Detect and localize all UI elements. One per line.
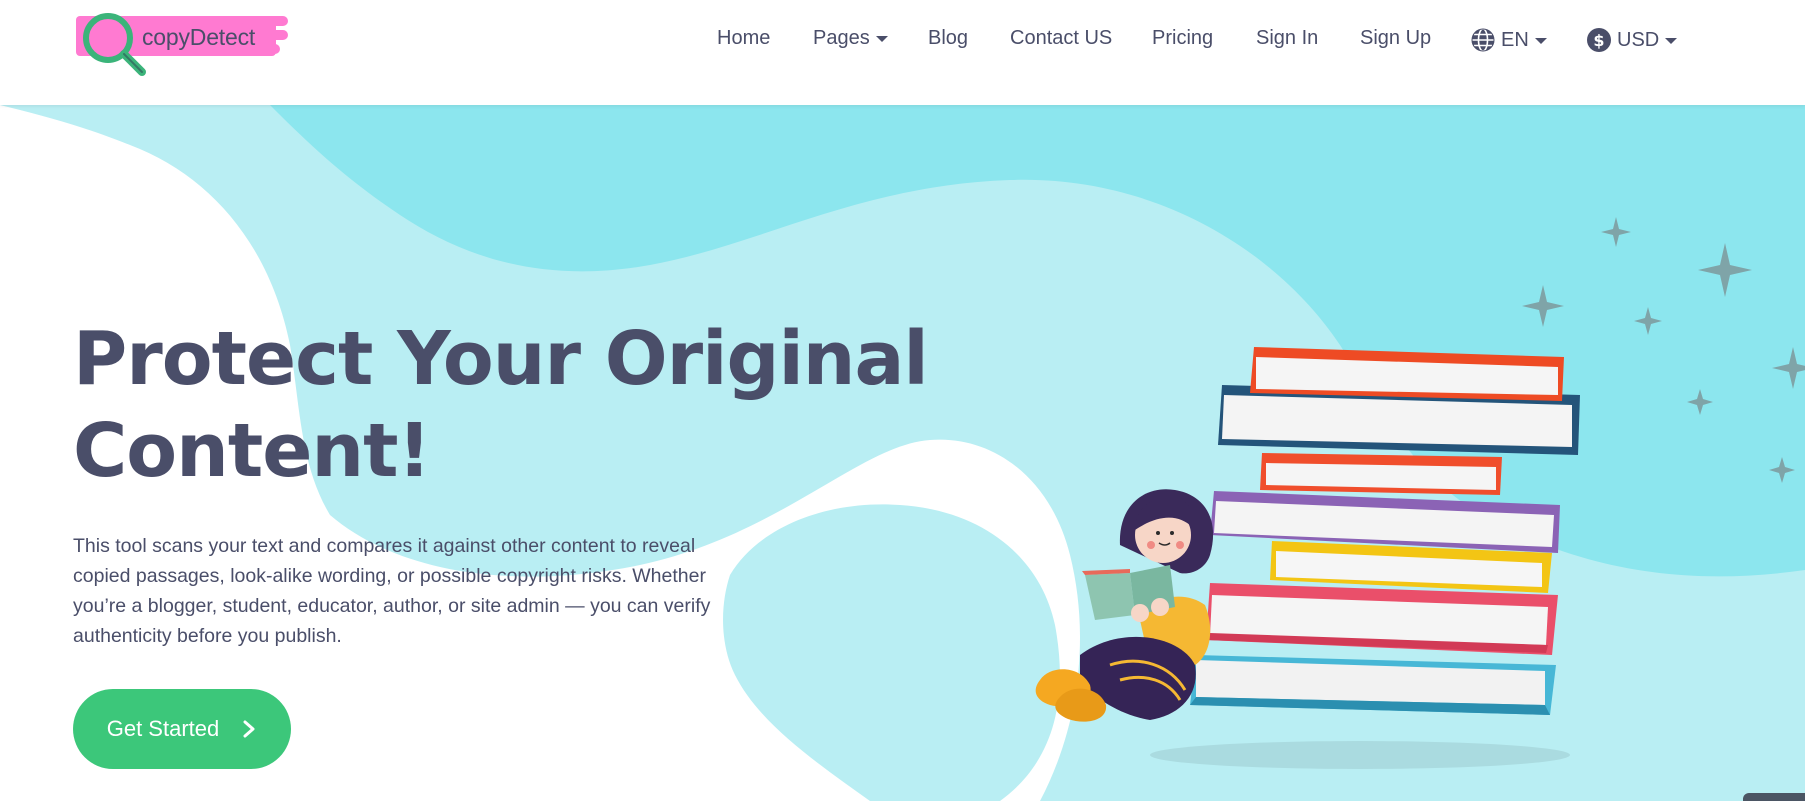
nav-pages-label: Pages xyxy=(813,27,870,49)
caret-down-icon xyxy=(875,36,888,42)
sparkle-icon xyxy=(1634,307,1662,335)
nav-sign-in[interactable]: Sign In xyxy=(1256,27,1318,50)
reading-girl-books-illustration xyxy=(1035,347,1580,769)
book-illustration xyxy=(1260,453,1502,495)
sparkle-icon xyxy=(1687,389,1713,415)
book-illustration xyxy=(1190,655,1556,715)
nav-pages-dropdown[interactable]: Pages xyxy=(813,27,888,50)
nav-sign-in-label: Sign In xyxy=(1256,27,1319,49)
language-label: EN xyxy=(1501,28,1529,51)
nav-blog[interactable]: Blog xyxy=(928,27,968,50)
scroll-tab[interactable] xyxy=(1743,793,1805,801)
caret-down-icon xyxy=(1665,37,1678,44)
nav-pricing-label: Pricing xyxy=(1152,27,1214,49)
hero-headline-line-2: Content! xyxy=(73,408,431,494)
book-illustration xyxy=(1206,583,1558,655)
nav-contact-label: Contact US xyxy=(1010,27,1113,49)
globe-icon xyxy=(1470,27,1496,53)
logo-text: copyDetect xyxy=(142,24,256,50)
logo[interactable]: copyDetect xyxy=(74,10,324,76)
language-dropdown[interactable]: EN xyxy=(1470,27,1547,53)
sparkle-icon xyxy=(1772,347,1805,389)
chevron-right-icon xyxy=(243,720,255,738)
book-illustration xyxy=(1250,347,1564,401)
get-started-label: Get Started xyxy=(106,716,220,741)
currency-label: USD xyxy=(1617,28,1660,51)
book-illustration xyxy=(1210,491,1560,553)
currency-dropdown[interactable]: $ USD xyxy=(1586,27,1678,53)
hero-headline: Protect Your Original Content! xyxy=(73,313,933,497)
site-header: copyDetect Home Pages Blog Contact US Pr… xyxy=(0,0,1805,105)
nav-contact[interactable]: Contact US xyxy=(1010,27,1112,50)
sparkle-icon xyxy=(1698,243,1752,297)
hero-headline-line-1: Protect Your Original xyxy=(73,316,929,402)
nav-home-label: Home xyxy=(717,27,771,49)
get-started-button[interactable]: Get Started xyxy=(73,689,291,769)
nav-blog-label: Blog xyxy=(928,27,969,49)
svg-text:$: $ xyxy=(1593,31,1604,50)
hero-description: This tool scans your text and compares i… xyxy=(73,535,711,647)
sparkle-icon xyxy=(1769,457,1795,483)
nav-pricing[interactable]: Pricing xyxy=(1152,27,1213,50)
nav-sign-up-label: Sign Up xyxy=(1360,27,1432,49)
caret-down-icon xyxy=(1534,37,1547,44)
hero-section: Protect Your Original Content! This tool… xyxy=(0,105,1805,801)
nav-sign-up[interactable]: Sign Up xyxy=(1360,27,1431,50)
nav-home[interactable]: Home xyxy=(717,27,770,50)
reading-girl-illustration xyxy=(1035,489,1214,722)
dollar-icon: $ xyxy=(1586,27,1612,53)
